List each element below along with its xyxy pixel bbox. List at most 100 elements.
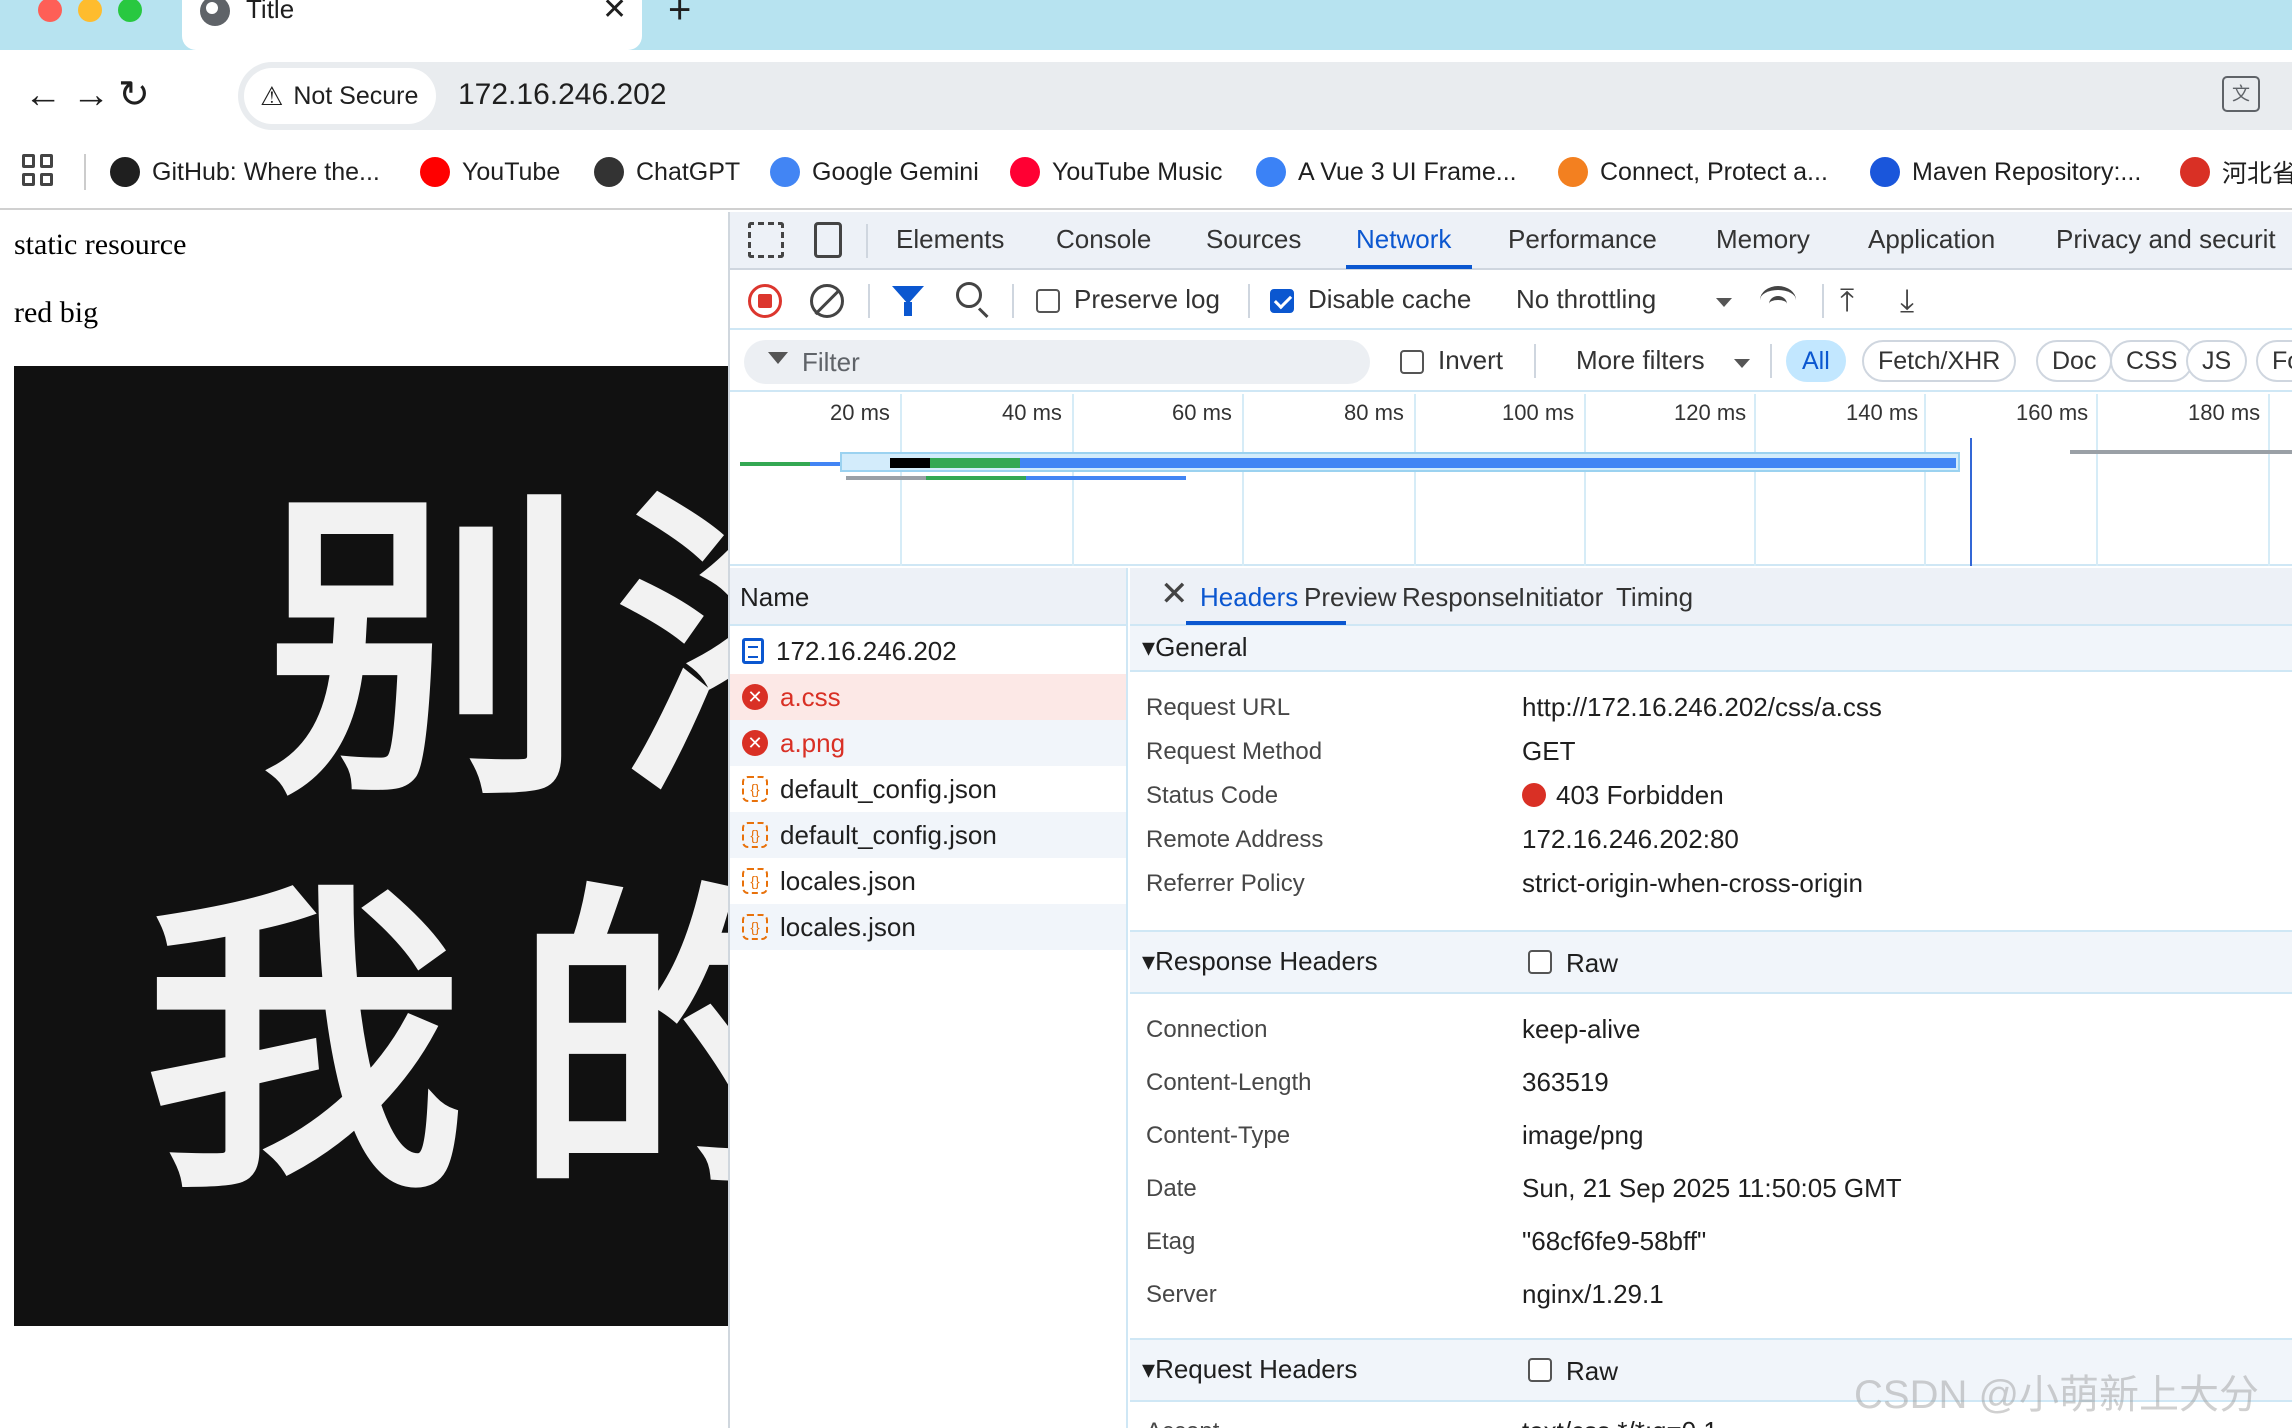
request-raw-checkbox[interactable] xyxy=(1528,1358,1552,1382)
bookmark-label: Google Gemini xyxy=(812,157,979,186)
detail-tab-headers[interactable]: Headers xyxy=(1200,582,1298,613)
back-arrow-icon[interactable]: ← xyxy=(24,70,62,120)
bookmark-label: A Vue 3 UI Frame... xyxy=(1298,157,1517,186)
response-raw-checkbox[interactable] xyxy=(1528,950,1552,974)
chip-font[interactable]: Fo xyxy=(2256,340,2292,382)
request-row[interactable]: {} default_config.json xyxy=(730,812,1126,858)
general-section-header[interactable]: ▾General xyxy=(1130,626,2292,672)
network-conditions-icon[interactable] xyxy=(1760,286,1796,314)
chip-js[interactable]: JS xyxy=(2186,340,2248,382)
device-toolbar-icon[interactable] xyxy=(814,222,842,258)
network-timeline[interactable]: 20 ms 40 ms 60 ms 80 ms 100 ms 120 ms 14… xyxy=(730,394,2292,566)
request-row[interactable]: {} locales.json xyxy=(730,858,1126,904)
address-bar[interactable]: ⚠ Not Secure 172.16.246.202 文 xyxy=(238,62,2292,130)
close-icon[interactable]: ✕ xyxy=(1160,574,1189,614)
request-name: default_config.json xyxy=(780,773,997,804)
chip-all[interactable]: All xyxy=(1786,340,1846,382)
name-column-header[interactable]: Name xyxy=(730,568,1126,626)
stop-recording-icon[interactable] xyxy=(748,284,782,318)
chip-doc[interactable]: Doc xyxy=(2036,340,2113,382)
response-headers-section-header[interactable]: ▾Response Headers Raw xyxy=(1130,930,2292,994)
tab-elements[interactable]: Elements xyxy=(896,224,1004,255)
timeline-bar xyxy=(740,462,810,466)
bookmark-item[interactable]: Maven Repository:... xyxy=(1870,150,2141,194)
forward-arrow-icon[interactable]: → xyxy=(72,70,110,120)
throttling-select[interactable]: No throttling xyxy=(1516,284,1656,315)
request-row[interactable]: {} locales.json xyxy=(730,904,1126,950)
url-text[interactable]: 172.16.246.202 xyxy=(458,78,667,112)
minimize-window-button[interactable] xyxy=(78,0,102,22)
search-icon[interactable] xyxy=(956,282,982,308)
tab-performance[interactable]: Performance xyxy=(1508,224,1657,255)
filter-divider xyxy=(1534,344,1536,378)
json-file-icon: {} xyxy=(742,914,768,940)
translate-icon[interactable]: 文 xyxy=(2222,76,2260,112)
not-secure-chip[interactable]: ⚠ Not Secure xyxy=(244,68,437,124)
bookmark-item[interactable]: 河北省 xyxy=(2180,150,2292,194)
tab-close-icon[interactable]: ✕ xyxy=(602,0,627,27)
apps-grid-icon[interactable] xyxy=(22,154,54,186)
bookmark-item[interactable]: A Vue 3 UI Frame... xyxy=(1256,150,1517,194)
header-name: Remote Address xyxy=(1146,826,1324,853)
bookmark-item[interactable]: YouTube xyxy=(420,150,560,194)
tab-memory[interactable]: Memory xyxy=(1716,224,1810,255)
tab-application[interactable]: Application xyxy=(1868,224,1995,255)
request-row[interactable]: {} default_config.json xyxy=(730,766,1126,812)
status-error-icon xyxy=(1522,783,1546,807)
tab-console[interactable]: Console xyxy=(1056,224,1151,255)
chip-css[interactable]: CSS xyxy=(2110,340,2194,382)
tab-privacy-security[interactable]: Privacy and securit xyxy=(2056,224,2276,255)
chip-fetch-xhr[interactable]: Fetch/XHR xyxy=(1862,340,2017,382)
detail-tab-response[interactable]: Response xyxy=(1402,582,1519,613)
preserve-log-checkbox[interactable] xyxy=(1036,289,1060,313)
header-value: strict-origin-when-cross-origin xyxy=(1522,868,1863,898)
close-window-button[interactable] xyxy=(38,0,62,22)
import-har-icon[interactable]: ⤒ xyxy=(1840,282,1854,320)
header-name: Connection xyxy=(1146,1016,1268,1043)
header-value: http://172.16.246.202/css/a.css xyxy=(1522,692,1882,722)
inspect-element-icon[interactable] xyxy=(748,222,784,258)
request-name: locales.json xyxy=(780,911,916,942)
request-raw-label: Raw xyxy=(1566,1356,1619,1386)
youtube-music-icon xyxy=(1010,157,1040,187)
image-char: 浴 xyxy=(614,492,728,812)
header-name: Date xyxy=(1146,1175,1197,1202)
detail-tab-preview[interactable]: Preview xyxy=(1304,582,1396,613)
request-row[interactable]: ✕ a.png xyxy=(730,720,1126,766)
tab-network[interactable]: Network xyxy=(1356,224,1451,255)
devtools-tabbar: Elements Console Sources Network Perform… xyxy=(730,212,2292,270)
browser-tab[interactable]: Title ✕ xyxy=(182,0,642,50)
load-event-marker xyxy=(1970,438,1972,566)
export-har-icon[interactable]: ⤓ xyxy=(1900,282,1914,320)
new-tab-icon[interactable]: + xyxy=(668,0,691,33)
disable-cache-checkbox[interactable] xyxy=(1270,289,1294,313)
more-filters-dropdown[interactable]: More filters xyxy=(1576,345,1705,376)
clear-log-icon[interactable] xyxy=(810,284,844,318)
active-tab-indicator xyxy=(1346,265,1472,269)
detail-tabbar: ✕ Headers Preview Response Initiator Tim… xyxy=(1130,568,2292,626)
request-row[interactable]: 172.16.246.202 xyxy=(730,628,1126,674)
maximize-window-button[interactable] xyxy=(118,0,142,22)
request-row[interactable]: ✕ a.css xyxy=(730,674,1126,720)
network-toolbar: Preserve log Disable cache No throttling… xyxy=(730,272,2292,330)
timeline-bar xyxy=(1020,458,1956,468)
timeline-tick: 60 ms xyxy=(1172,400,1232,425)
detail-tab-initiator[interactable]: Initiator xyxy=(1518,582,1603,613)
gemini-icon xyxy=(770,157,800,187)
reload-icon[interactable]: ↻ xyxy=(118,70,150,120)
bookmark-item[interactable]: GitHub: Where the... xyxy=(110,150,380,194)
detail-tab-timing[interactable]: Timing xyxy=(1616,582,1693,613)
filter-input[interactable]: Filter xyxy=(744,340,1370,384)
hebei-icon xyxy=(2180,157,2210,187)
tab-sources[interactable]: Sources xyxy=(1206,224,1301,255)
bookmark-label: ChatGPT xyxy=(636,157,741,186)
bookmark-item[interactable]: ChatGPT xyxy=(594,150,740,194)
invert-checkbox[interactable] xyxy=(1400,350,1424,374)
filter-funnel-icon[interactable] xyxy=(892,286,924,316)
timeline-tick: 140 ms xyxy=(1846,400,1919,425)
bookmark-item[interactable]: Connect, Protect a... xyxy=(1558,150,1828,194)
bookmark-item[interactable]: YouTube Music xyxy=(1010,150,1222,194)
header-value: GET xyxy=(1522,736,1576,766)
header-name: Content-Type xyxy=(1146,1122,1291,1149)
bookmark-item[interactable]: Google Gemini xyxy=(770,150,979,194)
